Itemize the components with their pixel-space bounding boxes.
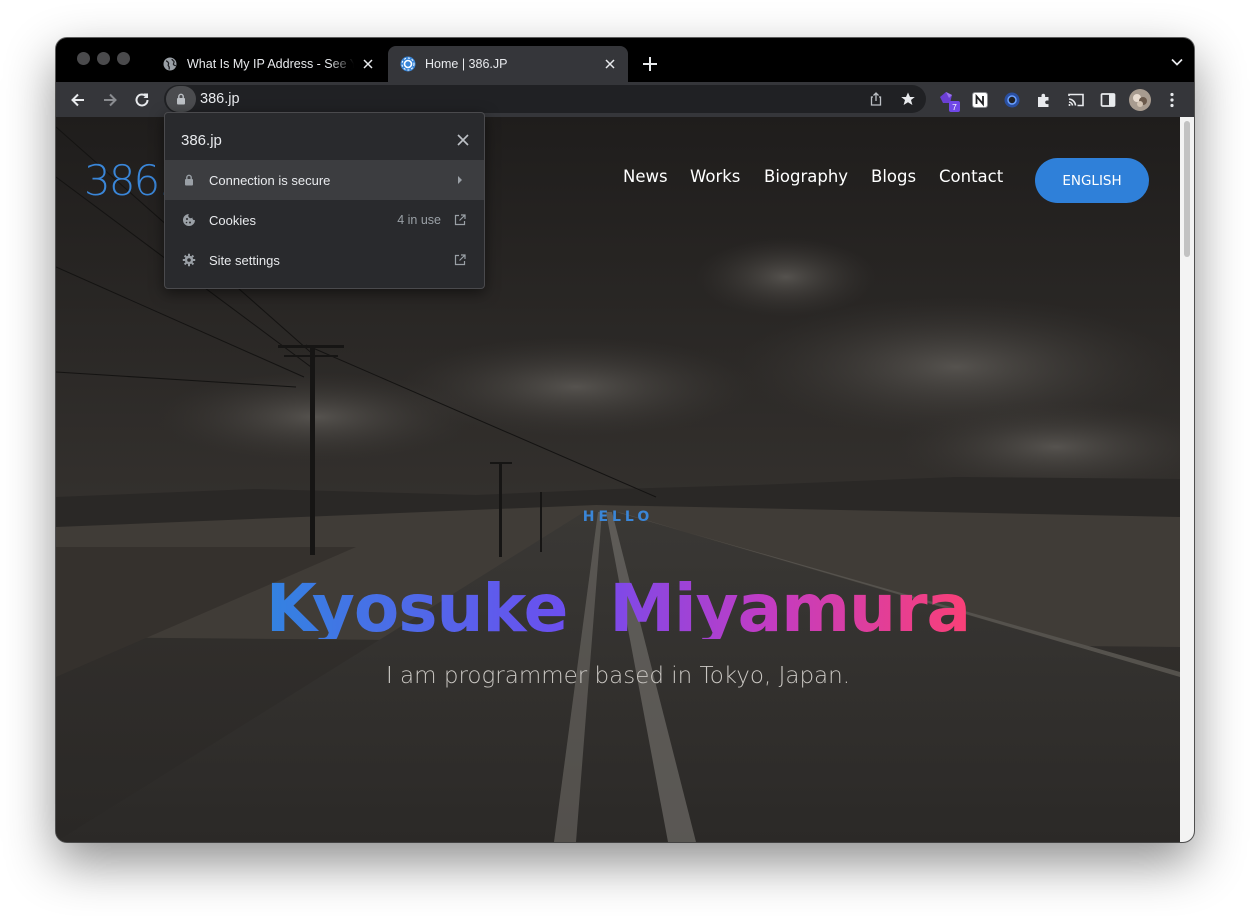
nav-biography[interactable]: Biography — [764, 167, 848, 186]
popup-item-label: Site settings — [209, 252, 280, 268]
tab-title: What Is My IP Address - See Your Public … — [187, 57, 354, 71]
nav-news[interactable]: News — [623, 167, 668, 186]
hero-name: Kyosuke Miyamura — [266, 570, 971, 639]
share-icon[interactable] — [868, 91, 884, 107]
tab-386jp[interactable]: Home | 386.JP — [388, 46, 628, 82]
open-external-icon — [453, 213, 467, 227]
popup-item-cookies[interactable]: Cookies 4 in use — [165, 200, 484, 240]
popup-item-site-settings[interactable]: Site settings — [165, 240, 484, 280]
popup-item-label: Cookies — [209, 212, 256, 228]
nav-contact[interactable]: Contact — [939, 167, 1003, 186]
back-arrow-icon[interactable] — [66, 88, 90, 112]
window-minimize-control[interactable] — [97, 52, 110, 65]
scrollbar-thumb[interactable] — [1184, 121, 1190, 257]
popup-item-connection[interactable]: Connection is secure — [165, 160, 484, 200]
popup-item-label: Connection is secure — [209, 172, 331, 188]
tab-strip: What Is My IP Address - See Your Public … — [56, 38, 1194, 82]
open-external-icon — [453, 253, 467, 267]
extension-ring-icon[interactable] — [1000, 88, 1024, 112]
window-close-control[interactable] — [77, 52, 90, 65]
hero-name-first: Kyosuke — [266, 570, 567, 639]
site-info-lock-icon[interactable] — [166, 86, 196, 112]
window-zoom-control[interactable] — [117, 52, 130, 65]
tab-title: Home | 386.JP — [425, 57, 508, 71]
lock-icon — [181, 172, 197, 188]
tab-close-icon[interactable] — [360, 56, 376, 72]
side-panel-icon[interactable] — [1096, 88, 1120, 112]
extensions-puzzle-icon[interactable] — [1032, 88, 1056, 112]
tab-close-icon[interactable] — [602, 56, 618, 72]
site-info-popup: 386.jp Connection is secure Cookies 4 in… — [164, 112, 485, 289]
tab-search-chevron-down-icon[interactable] — [1170, 55, 1184, 69]
popup-domain: 386.jp — [181, 132, 222, 149]
cookie-icon — [181, 212, 197, 228]
close-icon[interactable] — [456, 133, 470, 147]
address-bar[interactable]: 386.jp — [164, 85, 926, 113]
site-logo[interactable]: 386.. — [84, 157, 164, 203]
globe-icon — [162, 56, 178, 72]
forward-arrow-icon[interactable] — [98, 88, 122, 112]
site-favicon-icon — [400, 56, 416, 72]
nav-works[interactable]: Works — [690, 167, 740, 186]
browser-window: What Is My IP Address - See Your Public … — [56, 38, 1194, 842]
cast-icon[interactable] — [1064, 88, 1088, 112]
svg-text:Kyosuke Miyamura: Kyosuke Miyamura — [266, 570, 970, 639]
hero-tagline: I am programmer based in Tokyo, Japan. — [385, 663, 851, 689]
tab-whatismyip[interactable]: What Is My IP Address - See Your Public … — [150, 46, 386, 82]
chevron-right-icon — [453, 173, 467, 187]
page-scrollbar[interactable] — [1180, 117, 1194, 842]
language-button[interactable]: ENGLISH — [1035, 158, 1149, 203]
bookmark-star-icon[interactable] — [900, 91, 916, 107]
menu-kebab-icon[interactable] — [1160, 88, 1184, 112]
new-tab-plus-icon[interactable] — [640, 54, 660, 74]
gear-icon — [181, 252, 197, 268]
extension-badge: 7 — [952, 102, 957, 112]
hero-greeting: HELLO — [582, 509, 654, 525]
profile-avatar[interactable] — [1128, 88, 1152, 112]
url-text: 386.jp — [200, 91, 240, 107]
reload-icon[interactable] — [130, 88, 154, 112]
logo-text: 386.. — [84, 157, 164, 203]
cookies-count: 4 in use — [397, 213, 441, 227]
extension-gem-icon[interactable]: 7 — [936, 88, 960, 112]
nav-blogs[interactable]: Blogs — [871, 167, 916, 186]
hero-name-last: Miyamura — [609, 570, 970, 639]
notion-icon[interactable] — [968, 88, 992, 112]
